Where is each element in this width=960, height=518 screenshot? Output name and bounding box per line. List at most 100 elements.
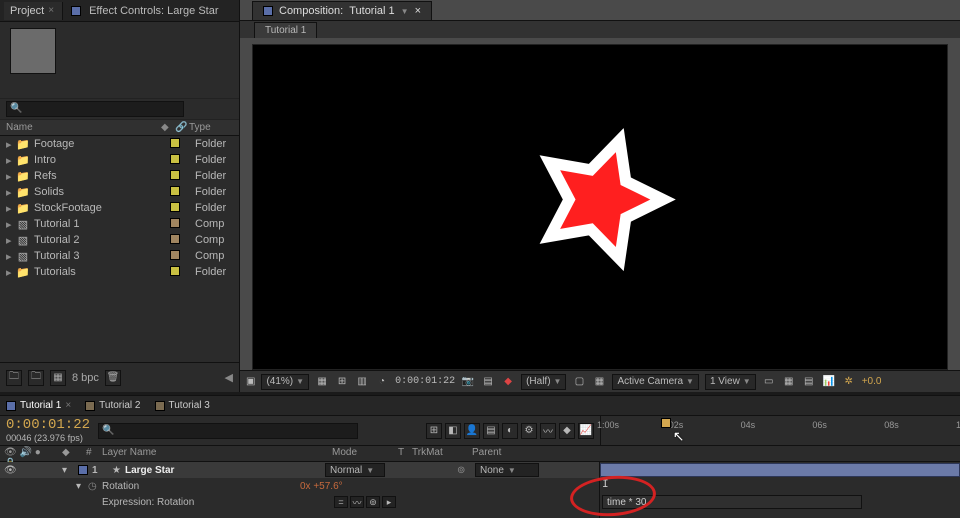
twirl-icon[interactable]: ▸ <box>6 218 16 231</box>
label-swatch[interactable] <box>167 170 183 183</box>
expression-language-button[interactable]: ▸ <box>382 496 396 508</box>
label-swatch[interactable] <box>167 154 183 167</box>
chevron-left-icon[interactable]: ◀ <box>225 371 233 384</box>
views-dropdown[interactable]: 1 View ▼ <box>705 374 756 390</box>
current-time-display[interactable]: 0:00:01:22 00046 (23.976 fps) <box>6 418 90 444</box>
effect-controls-tab[interactable]: Effect Controls: Large Star <box>89 5 218 17</box>
flowchart-icon[interactable]: 📊 <box>822 375 836 389</box>
timeline-search-input[interactable] <box>98 423 358 439</box>
project-item[interactable]: ▸▧Tutorial 2Comp <box>0 232 239 248</box>
bpc-label[interactable]: 8 bpc <box>72 372 99 384</box>
label-swatch[interactable] <box>167 250 183 263</box>
twirl-icon[interactable]: ▸ <box>6 170 16 183</box>
twirl-icon[interactable]: ▸ <box>6 186 16 199</box>
close-icon[interactable]: × <box>415 5 421 17</box>
parent-dropdown[interactable]: None ▼ <box>475 463 539 477</box>
twirl-icon[interactable]: ▾ <box>62 465 74 476</box>
viewer-timecode[interactable]: 0:00:01:22 <box>395 376 455 387</box>
composition-viewer[interactable] <box>252 44 948 370</box>
camera-dropdown[interactable]: Active Camera ▼ <box>612 374 699 390</box>
twirl-icon[interactable]: ▸ <box>6 138 16 151</box>
expression-enable-button[interactable]: = <box>334 496 348 508</box>
show-snapshot-icon[interactable]: ▤ <box>481 375 495 389</box>
layer-duration-bar[interactable] <box>600 463 960 477</box>
interpret-footage-button[interactable]: 🗀 <box>6 370 22 386</box>
mode-column[interactable]: Mode <box>328 446 394 461</box>
graph-editor-toggle[interactable]: 📈 <box>578 423 594 439</box>
channel-icon[interactable]: ◆ <box>501 375 515 389</box>
project-item[interactable]: ▸📁TutorialsFolder <box>0 264 239 280</box>
viewer-square-icon[interactable]: ▣ <box>246 376 255 387</box>
expression-row[interactable]: Expression: Rotation = 〰 ⊚ ▸ <box>0 494 599 510</box>
twirl-icon[interactable]: ▾ <box>76 481 88 492</box>
timeline-tab[interactable]: Tutorial 3 <box>155 400 210 411</box>
layername-column[interactable]: Layer Name <box>98 446 328 461</box>
close-icon[interactable]: × <box>48 5 54 16</box>
project-item-list[interactable]: ▸📁FootageFolder▸📁IntroFolder▸📁RefsFolder… <box>0 136 239 362</box>
auto-keyframe-button[interactable]: ◆ <box>559 423 575 439</box>
guides-icon[interactable]: ⊞ <box>335 375 349 389</box>
expression-text-field[interactable]: time * 30 <box>602 495 862 509</box>
label-swatch[interactable] <box>167 138 183 151</box>
rotation-value[interactable]: 0x +57.6° <box>300 481 343 492</box>
layer-row[interactable]: 👁 ▾ 1 ★ Large Star Normal ▼ ⊚ <box>0 462 599 478</box>
motion-blur-button[interactable]: ◐ <box>502 423 518 439</box>
comp-panel-tab[interactable]: Composition: Tutorial 1 ▼ × <box>252 1 432 20</box>
label-swatch[interactable] <box>167 266 183 279</box>
blend-mode-dropdown[interactable]: Normal ▼ <box>325 463 385 477</box>
project-item[interactable]: ▸📁SolidsFolder <box>0 184 239 200</box>
property-row-rotation[interactable]: ▾ ◷ Rotation 0x +57.6° <box>0 478 599 494</box>
frame-blend-button[interactable]: ▤ <box>483 423 499 439</box>
project-item[interactable]: ▸📁FootageFolder <box>0 136 239 152</box>
comp-inner-tab[interactable]: Tutorial 1 <box>254 22 317 38</box>
trkmat-column[interactable]: TrkMat <box>408 446 468 461</box>
close-icon[interactable]: × <box>65 400 71 411</box>
resolution-dropdown[interactable]: (Half) ▼ <box>521 374 566 390</box>
comp-mini-flowchart-button[interactable]: ⊞ <box>426 423 442 439</box>
pixel-aspect-icon[interactable]: ▭ <box>762 375 776 389</box>
project-item[interactable]: ▸▧Tutorial 1Comp <box>0 216 239 232</box>
new-folder-button[interactable]: 🗀 <box>28 370 44 386</box>
project-item[interactable]: ▸📁StockFootageFolder <box>0 200 239 216</box>
layer-name[interactable]: Large Star <box>125 465 295 476</box>
project-search-input[interactable] <box>6 101 184 117</box>
label-swatch[interactable] <box>167 202 183 215</box>
pickwhip-icon[interactable]: ⊚ <box>457 465 471 476</box>
brainstorm-button[interactable]: ⚙ <box>521 423 537 439</box>
roi-icon[interactable]: ▢ <box>572 375 586 389</box>
time-ruler[interactable]: 1:00s02s04s06s08s10s↖ <box>600 416 960 445</box>
new-comp-button[interactable]: ▦ <box>50 370 66 386</box>
parent-column[interactable]: Parent <box>468 446 568 461</box>
exposure-reset-icon[interactable]: ✲ <box>842 375 856 389</box>
stopwatch-icon[interactable]: ◷ <box>88 481 100 492</box>
eye-toggle[interactable]: 👁 <box>4 465 18 476</box>
project-item[interactable]: ▸📁IntroFolder <box>0 152 239 168</box>
snapshot-icon[interactable]: 📷 <box>461 375 475 389</box>
column-type[interactable]: Type <box>189 122 233 133</box>
timeline-tab[interactable]: Tutorial 2 <box>85 400 140 411</box>
expression-pickwhip-button[interactable]: ⊚ <box>366 496 380 508</box>
zoom-dropdown[interactable]: (41%) ▼ <box>261 374 309 390</box>
timeline-icon[interactable]: ▤ <box>802 375 816 389</box>
twirl-icon[interactable]: ▸ <box>6 250 16 263</box>
project-item[interactable]: ▸▧Tutorial 3Comp <box>0 248 239 264</box>
label-swatch[interactable] <box>167 234 183 247</box>
layer-color-swatch[interactable] <box>78 465 88 475</box>
twirl-icon[interactable]: ▸ <box>6 202 16 215</box>
graph-editor-button[interactable]: 〰 <box>540 423 556 439</box>
mask-icon[interactable]: ▥ <box>355 375 369 389</box>
exposure-value[interactable]: +0.0 <box>862 376 882 387</box>
label-swatch[interactable] <box>167 186 183 199</box>
time-icon[interactable]: ◔ <box>375 375 389 389</box>
project-tab[interactable]: Project × <box>4 2 63 20</box>
chevron-down-icon[interactable]: ▼ <box>401 7 409 16</box>
transparency-grid-icon[interactable]: ▦ <box>592 375 606 389</box>
fast-previews-icon[interactable]: ▦ <box>782 375 796 389</box>
column-name[interactable]: Name <box>6 122 161 133</box>
expression-graph-button[interactable]: 〰 <box>350 496 364 508</box>
label-swatch[interactable] <box>167 218 183 231</box>
draft3d-button[interactable]: ◧ <box>445 423 461 439</box>
twirl-icon[interactable]: ▸ <box>6 154 16 167</box>
timeline-tab[interactable]: Tutorial 1× <box>6 400 71 411</box>
hide-shy-button[interactable]: 👤 <box>464 423 480 439</box>
